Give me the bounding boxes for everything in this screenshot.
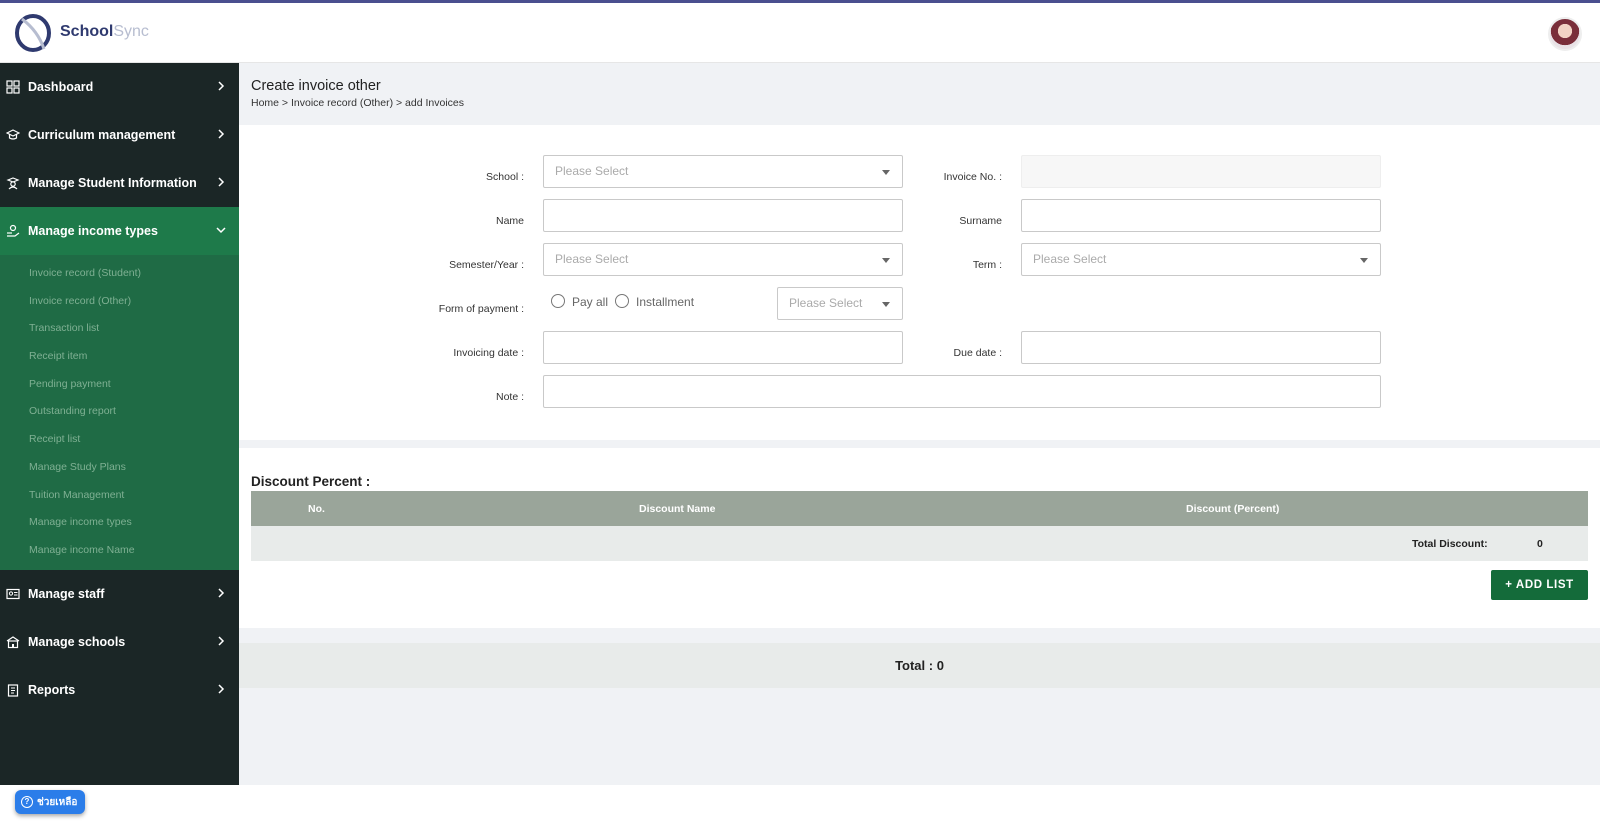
help-label: ช่วยเหลือ [37,796,78,808]
sidebar-item-label: Dashboard [28,80,94,94]
submenu-transaction-list[interactable]: Transaction list [0,315,239,343]
discount-section: Discount Percent : No. Discount Name Dis… [239,448,1600,628]
student-icon [6,177,20,190]
note-input[interactable] [543,375,1381,408]
pay-all-label[interactable]: Pay all [572,295,608,309]
question-icon: ? [21,796,33,808]
sidebar: Dashboard Curriculum management Manage S… [0,63,239,785]
semester-select[interactable]: Please Select [543,243,903,276]
pay-all-radio[interactable] [551,294,565,308]
sidebar-item-curriculum[interactable]: Curriculum management [0,111,239,159]
submenu-invoice-record-other[interactable]: Invoice record (Other) [0,288,239,316]
term-select[interactable]: Please Select [1021,243,1381,276]
submenu-receipt-list[interactable]: Receipt list [0,426,239,454]
installment-radio[interactable] [615,294,629,308]
sidebar-item-label: Curriculum management [28,128,176,142]
grand-total: Total : 0 [239,643,1600,688]
payment-label: Form of payment : [438,303,524,315]
surname-input[interactable] [1021,199,1381,232]
school-select[interactable]: Please Select [543,155,903,188]
semester-label: Semester/Year : [449,259,524,271]
money-hand-icon [7,224,20,237]
sidebar-item-schools[interactable]: Manage schools [0,618,239,666]
sidebar-item-reports[interactable]: Reports [0,666,239,714]
invoice-no-field [1021,155,1381,188]
grid-icon [6,80,20,94]
discount-table-header: No. Discount Name Discount (Percent) [251,491,1588,526]
total-discount-label: Total Discount: [1412,538,1488,550]
chevron-right-icon [218,81,225,91]
sidebar-item-label: Manage income types [28,224,158,238]
submenu-outstanding-report[interactable]: Outstanding report [0,398,239,426]
id-card-icon [6,588,20,599]
school-building-icon [6,635,20,648]
note-label: Note : [495,391,524,403]
sidebar-item-label: Manage Student Information [28,176,197,190]
discount-title: Discount Percent : [251,474,371,489]
column-discount-percent: Discount (Percent) [1186,503,1280,515]
sidebar-item-staff[interactable]: Manage staff [0,570,239,618]
column-no: No. [308,503,325,515]
chevron-down-icon [216,227,226,234]
chevron-right-icon [218,636,225,646]
submenu-study-plans[interactable]: Manage Study Plans [0,454,239,482]
submenu-tuition-management[interactable]: Tuition Management [0,482,239,510]
due-date-input[interactable] [1021,331,1381,364]
term-select-value: Please Select [1033,252,1107,266]
school-label: School : [486,171,524,183]
page-title: Create invoice other [251,78,381,94]
chevron-right-icon [218,177,225,187]
term-label: Term : [972,259,1002,271]
caret-down-icon [882,302,890,307]
semester-select-value: Please Select [555,252,629,266]
user-avatar[interactable] [1548,17,1582,51]
sidebar-item-dashboard[interactable]: Dashboard [0,63,239,111]
total-discount-value: 0 [1537,538,1543,550]
name-label: Name [495,215,524,227]
main-content: Create invoice other Home > Invoice reco… [239,63,1600,785]
sidebar-item-student-information[interactable]: Manage Student Information [0,159,239,207]
graduation-cap-icon [6,129,20,140]
installment-label[interactable]: Installment [636,295,694,309]
submenu-invoice-record-student[interactable]: Invoice record (Student) [0,260,239,288]
discount-total-row: Total Discount: 0 [251,526,1588,561]
income-types-submenu: Invoice record (Student) Invoice record … [0,255,239,570]
chevron-right-icon [218,588,225,598]
submenu-income-name[interactable]: Manage income Name [0,537,239,565]
invoice-form: School : Please Select Invoice No. : Nam… [239,125,1600,440]
clipboard-icon [7,683,19,697]
app-logo[interactable]: SchoolSync [14,11,149,53]
school-select-value: Please Select [555,164,629,178]
caret-down-icon [1360,258,1368,263]
brand-name: SchoolSync [60,23,149,41]
installment-select-value: Please Select [789,296,863,310]
app-header: SchoolSync [0,3,1600,63]
due-date-label: Due date : [953,347,1002,359]
brand-part-sync: Sync [113,23,149,40]
chevron-right-icon [218,684,225,694]
chevron-right-icon [218,129,225,139]
sidebar-item-income-types[interactable]: Manage income types [0,207,239,255]
sidebar-item-label: Reports [28,682,76,697]
logo-icon [15,14,51,52]
invoice-no-label: Invoice No. : [943,171,1002,183]
submenu-pending-payment[interactable]: Pending payment [0,371,239,399]
brand-part-school: School [60,23,114,40]
sidebar-item-label: Manage staff [28,586,105,601]
surname-label: Surname [959,215,1002,227]
submenu-income-types[interactable]: Manage income types [0,509,239,537]
installment-select[interactable]: Please Select [777,287,903,320]
breadcrumb[interactable]: Home > Invoice record (Other) > add Invo… [251,97,464,109]
name-input[interactable] [543,199,903,232]
invoicing-date-input[interactable] [543,331,903,364]
page-header: Create invoice other Home > Invoice reco… [239,63,1600,125]
add-list-button[interactable]: + ADD LIST [1491,570,1588,600]
sidebar-item-label: Manage schools [28,634,126,649]
invoicing-date-label: Invoicing date : [453,347,524,359]
submenu-receipt-item[interactable]: Receipt item [0,343,239,371]
column-discount-name: Discount Name [639,503,716,515]
help-button[interactable]: ? ช่วยเหลือ [15,790,86,814]
